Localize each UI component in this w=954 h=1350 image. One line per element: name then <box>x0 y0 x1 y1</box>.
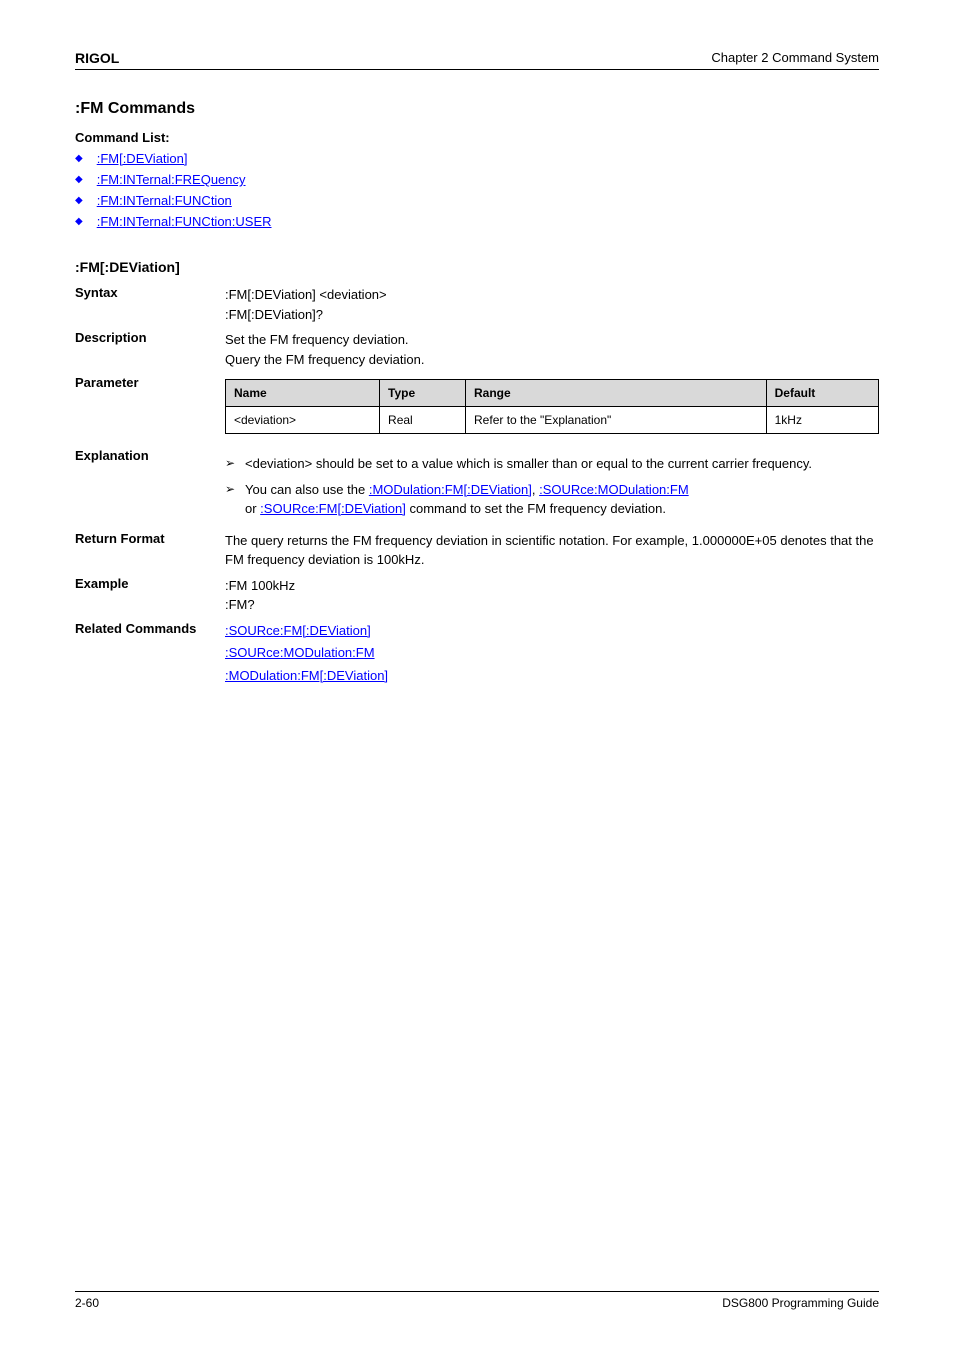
th-default: Default <box>766 380 878 407</box>
command-list-item: ◆ :FM[:DEViation] <box>75 151 879 166</box>
arrow-icon: ➢ <box>225 480 245 498</box>
td-range: Refer to the "Explanation" <box>466 407 767 434</box>
syntax-row: Syntax :FM[:DEViation] <deviation> :FM[:… <box>75 285 879 324</box>
command-heading: :FM[:DEViation] <box>75 259 879 275</box>
parameter-value: Name Type Range Default <deviation> Real… <box>225 375 879 442</box>
td-name: <deviation> <box>226 407 380 434</box>
description-line: Set the FM frequency deviation. <box>225 330 879 350</box>
link-fm-internal-frequency[interactable]: :FM:INTernal:FREQuency <box>97 172 246 187</box>
table-row: <deviation> Real Refer to the "Explanati… <box>226 407 879 434</box>
example-row: Example :FM 100kHz :FM? <box>75 576 879 615</box>
parameter-table: Name Type Range Default <deviation> Real… <box>225 379 879 434</box>
section-title: :FM Commands <box>75 100 879 118</box>
syntax-line: :FM[:DEViation]? <box>225 305 879 325</box>
link-related-source-fm-deviation[interactable]: :SOURce:FM[:DEViation] <box>225 623 371 638</box>
example-line: :FM 100kHz <box>225 576 879 596</box>
parameter-row: Parameter Name Type Range Default <devia… <box>75 375 879 442</box>
return-format-value: The query returns the FM frequency devia… <box>225 531 879 570</box>
command-list-item: ◆ :FM:INTernal:FUNCtion <box>75 193 879 208</box>
related-value: :SOURce:FM[:DEViation] :SOURce:MODulatio… <box>225 621 879 689</box>
explanation-item: ➢ <deviation> should be set to a value w… <box>225 454 879 474</box>
table-header-row: Name Type Range Default <box>226 380 879 407</box>
explanation-row: Explanation ➢ <deviation> should be set … <box>75 448 879 525</box>
diamond-icon: ◆ <box>75 195 83 206</box>
example-label: Example <box>75 576 225 591</box>
link-fm-internal-function[interactable]: :FM:INTernal:FUNCtion <box>97 193 232 208</box>
link-fm-internal-function-user[interactable]: :FM:INTernal:FUNCtion:USER <box>97 214 272 229</box>
command-list: ◆ :FM[:DEViation] ◆ :FM:INTernal:FREQuen… <box>75 151 879 229</box>
explanation-text: You can also use the :MODulation:FM[:DEV… <box>245 480 879 519</box>
explanation-item: ➢ You can also use the :MODulation:FM[:D… <box>225 480 879 519</box>
description-row: Description Set the FM frequency deviati… <box>75 330 879 369</box>
link-related-modulation-fm-deviation[interactable]: :MODulation:FM[:DEViation] <box>225 668 388 683</box>
th-name: Name <box>226 380 380 407</box>
description-line: Query the FM frequency deviation. <box>225 350 879 370</box>
chapter-title: Chapter 2 Command System <box>711 50 879 65</box>
td-default: 1kHz <box>766 407 878 434</box>
return-format-row: Return Format The query returns the FM f… <box>75 531 879 570</box>
diamond-icon: ◆ <box>75 216 83 227</box>
page-footer: 2-60 DSG800 Programming Guide <box>75 1291 879 1310</box>
link-modulation-fm-deviation[interactable]: :MODulation:FM[:DEViation] <box>369 482 532 497</box>
command-list-row: Command List: <box>75 130 879 145</box>
brand-name: RIGOL <box>75 50 119 66</box>
related-row: Related Commands :SOURce:FM[:DEViation] … <box>75 621 879 689</box>
td-type: Real <box>380 407 466 434</box>
link-related-source-modulation-fm[interactable]: :SOURce:MODulation:FM <box>225 645 375 660</box>
diamond-icon: ◆ <box>75 153 83 164</box>
page-header: RIGOL Chapter 2 Command System <box>75 50 879 70</box>
syntax-value: :FM[:DEViation] <deviation> :FM[:DEViati… <box>225 285 879 324</box>
page-number: 2-60 <box>75 1296 99 1310</box>
link-fm-deviation[interactable]: :FM[:DEViation] <box>97 151 188 166</box>
syntax-label: Syntax <box>75 285 225 300</box>
command-list-item: ◆ :FM:INTernal:FUNCtion:USER <box>75 214 879 229</box>
related-label: Related Commands <box>75 621 225 636</box>
command-list-item: ◆ :FM:INTernal:FREQuency <box>75 172 879 187</box>
link-source-modulation-fm[interactable]: :SOURce:MODulation:FM <box>539 482 689 497</box>
parameter-label: Parameter <box>75 375 225 390</box>
explanation-value: ➢ <deviation> should be set to a value w… <box>225 454 879 525</box>
link-source-fm-deviation[interactable]: :SOURce:FM[:DEViation] <box>260 501 406 516</box>
th-type: Type <box>380 380 466 407</box>
diamond-icon: ◆ <box>75 174 83 185</box>
example-value: :FM 100kHz :FM? <box>225 576 879 615</box>
explanation-label: Explanation <box>75 448 225 463</box>
arrow-icon: ➢ <box>225 454 245 472</box>
syntax-line: :FM[:DEViation] <deviation> <box>225 285 879 305</box>
explanation-text: <deviation> should be set to a value whi… <box>245 454 879 474</box>
doc-id: DSG800 Programming Guide <box>722 1296 879 1310</box>
description-label: Description <box>75 330 225 345</box>
th-range: Range <box>466 380 767 407</box>
example-line: :FM? <box>225 595 879 615</box>
description-value: Set the FM frequency deviation. Query th… <box>225 330 879 369</box>
return-format-label: Return Format <box>75 531 225 546</box>
command-list-label: Command List: <box>75 130 225 145</box>
